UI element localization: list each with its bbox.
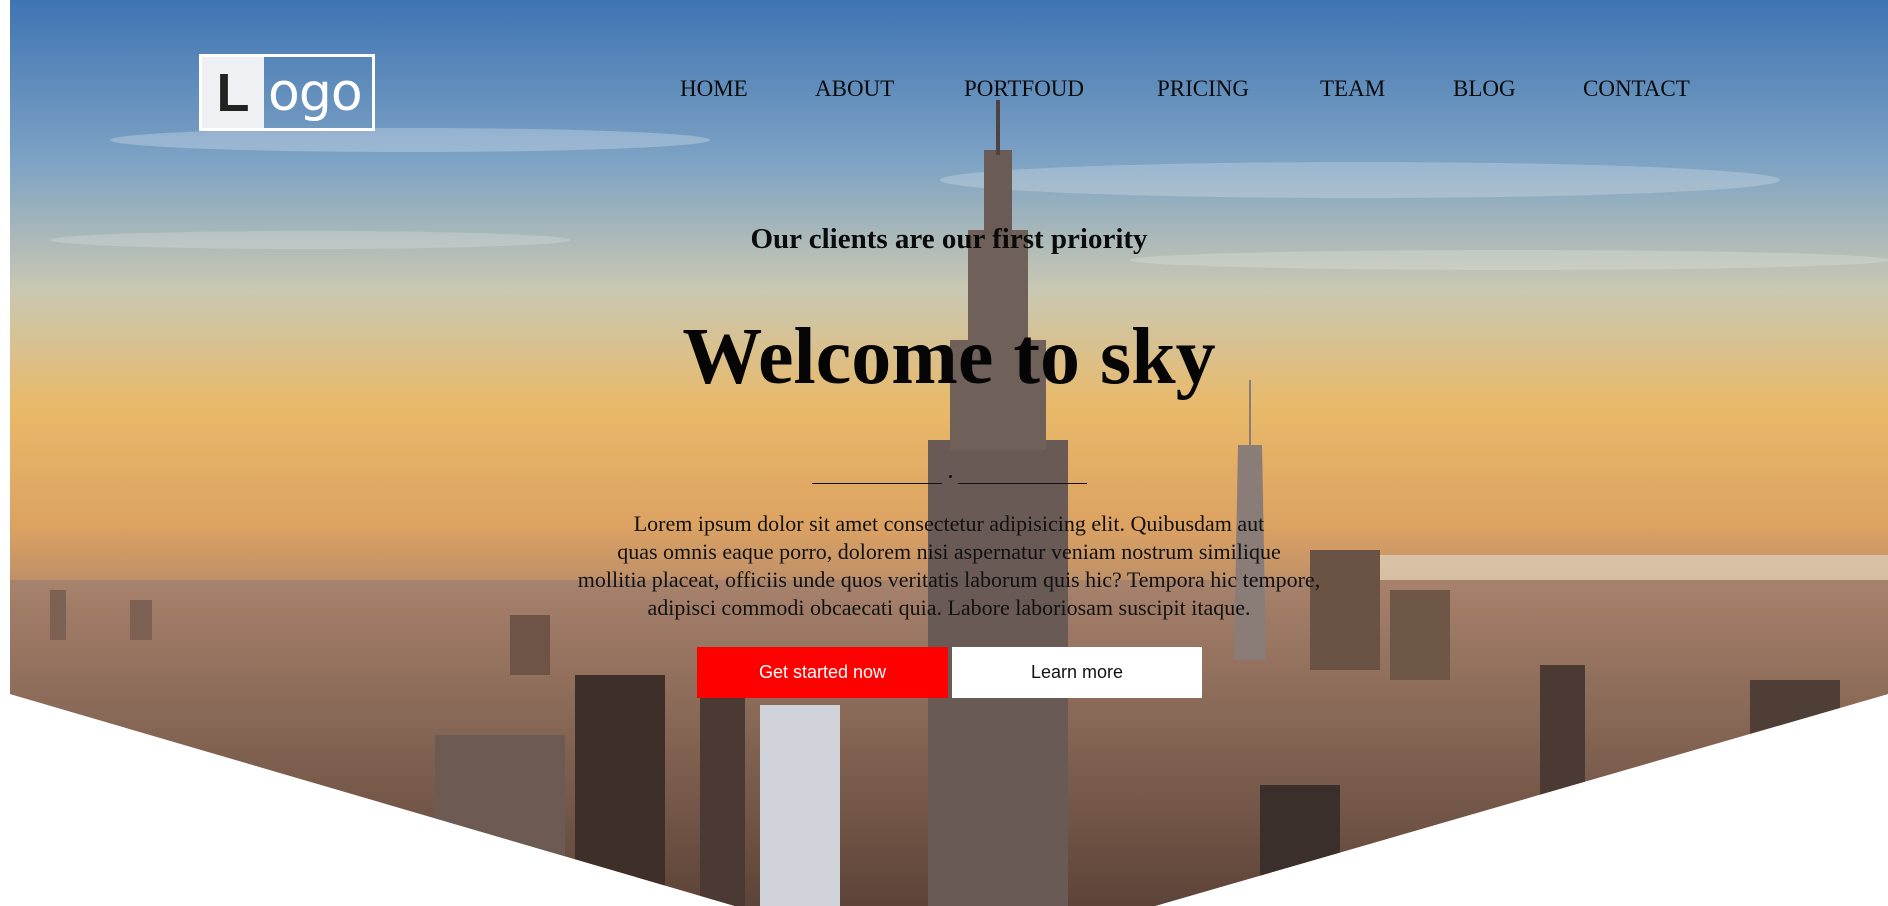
get-started-button[interactable]: Get started now [697,647,948,698]
nav-blog[interactable]: BLOG [1453,76,1516,102]
nav-contact[interactable]: CONTACT [1583,76,1690,102]
nav-pricing[interactable]: PRICING [1157,76,1249,102]
nav-team[interactable]: TEAM [1320,76,1385,102]
hero-description-line: adipisci commodi obcaecati quia. Labore … [647,595,1251,620]
hero-title: Welcome to sky [682,313,1216,401]
hero-subtitle: Our clients are our first priority [750,223,1148,255]
nav-portfolio[interactable]: PORTFOUD [964,76,1084,102]
city-skyline-background-image [10,0,1888,906]
hero-section [10,0,1888,906]
main-navigation: HOME ABOUT PORTFOUD PRICING TEAM BLOG CO… [0,76,1888,112]
nav-about[interactable]: ABOUT [815,76,894,102]
hero-description-line: Lorem ipsum dolor sit amet consectetur a… [633,511,1265,536]
divider-dot [949,475,952,478]
hero-description-line: mollitia placeat, officiis unde quos ver… [577,567,1321,592]
nav-home[interactable]: HOME [680,76,748,102]
learn-more-button[interactable]: Learn more [952,647,1202,698]
hero-description: Lorem ipsum dolor sit amet consectetur a… [524,510,1374,622]
divider-left [812,483,942,484]
hero-description-line: quas omnis eaque porro, dolorem nisi asp… [617,539,1281,564]
divider-right [958,483,1087,484]
